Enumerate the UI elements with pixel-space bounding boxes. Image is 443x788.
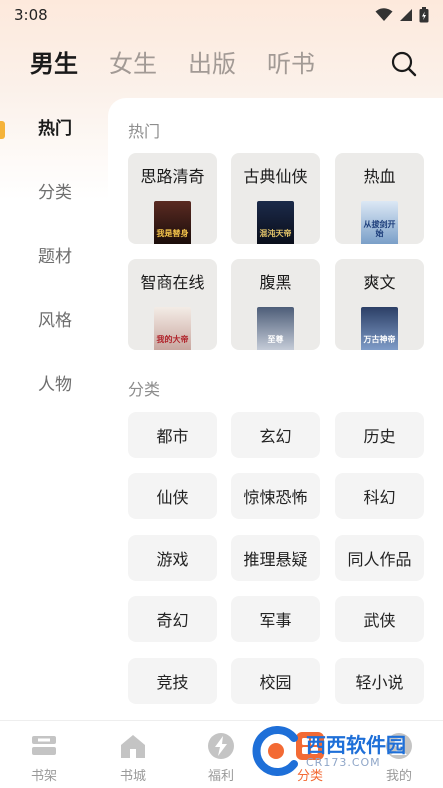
sidebar-item-label: 分类 bbox=[38, 183, 72, 203]
theme-card[interactable]: 腹黑 至尊 bbox=[231, 259, 320, 350]
watermark-text: 西西软件园 CR173.COM bbox=[306, 733, 406, 769]
watermark-main-text: 西西软件园 bbox=[306, 733, 406, 757]
cover-title: 从拔剑开始 bbox=[363, 220, 396, 238]
tab-audiobook[interactable]: 听书 bbox=[267, 44, 315, 84]
theme-card[interactable]: 爽文 万古神帝 bbox=[335, 259, 424, 350]
nav-welfare[interactable]: 福利 bbox=[191, 721, 251, 788]
category-button[interactable]: 奇幻 bbox=[128, 596, 217, 642]
status-time: 3:08 bbox=[14, 6, 48, 24]
book-cover-image: 我是替身 bbox=[154, 201, 191, 244]
theme-label: 古典仙侠 bbox=[243, 167, 308, 186]
sidebar-item-label: 风格 bbox=[38, 311, 72, 331]
search-button[interactable] bbox=[389, 49, 419, 79]
category-button[interactable]: 历史 bbox=[335, 412, 424, 458]
category-button[interactable]: 同人作品 bbox=[335, 535, 424, 581]
status-bar: 3:08 bbox=[0, 0, 443, 30]
category-button[interactable]: 军事 bbox=[231, 596, 320, 642]
category-button[interactable]: 都市 bbox=[128, 412, 217, 458]
section-title-hot: 热门 bbox=[128, 122, 161, 141]
theme-label: 热血 bbox=[363, 167, 396, 186]
nav-label: 书城 bbox=[119, 769, 146, 784]
watermark: 西西软件园 CR173.COM bbox=[250, 726, 443, 776]
category-button[interactable]: 推理悬疑 bbox=[231, 535, 320, 581]
cover-title: 混沌天帝 bbox=[259, 229, 292, 238]
channel-tabs: 男生 女生 出版 听书 bbox=[0, 44, 443, 84]
sidebar-item-hot[interactable]: 热门 bbox=[0, 114, 108, 144]
category-button[interactable]: 竞技 bbox=[128, 658, 217, 704]
category-button[interactable]: 游戏 bbox=[128, 535, 217, 581]
cover-title: 至尊 bbox=[267, 335, 284, 344]
category-button[interactable]: 仙侠 bbox=[128, 473, 217, 519]
category-button[interactable]: 武侠 bbox=[335, 596, 424, 642]
category-button[interactable]: 惊悚恐怖 bbox=[231, 473, 320, 519]
sidebar-active-indicator bbox=[0, 121, 5, 139]
sidebar-item-label: 题材 bbox=[38, 247, 72, 267]
watermark-logo-icon bbox=[252, 726, 298, 776]
theme-label: 思路清奇 bbox=[140, 167, 205, 186]
theme-label: 腹黑 bbox=[259, 273, 292, 292]
tab-publish[interactable]: 出版 bbox=[188, 44, 236, 84]
nav-bookshelf[interactable]: 书架 bbox=[14, 721, 74, 788]
cover-title: 万古神帝 bbox=[363, 335, 396, 344]
sidebar-item-character[interactable]: 人物 bbox=[0, 370, 108, 400]
category-button[interactable]: 科幻 bbox=[335, 473, 424, 519]
book-cover-image: 混沌天帝 bbox=[257, 201, 294, 244]
nav-label: 福利 bbox=[207, 769, 234, 784]
theme-card[interactable]: 思路清奇 我是替身 bbox=[128, 153, 217, 244]
sidebar-item-style[interactable]: 风格 bbox=[0, 306, 108, 336]
nav-bookstore[interactable]: 书城 bbox=[103, 721, 163, 788]
nav-label: 书架 bbox=[30, 769, 57, 784]
sidebar-item-label: 热门 bbox=[38, 119, 72, 139]
tab-female[interactable]: 女生 bbox=[109, 44, 157, 84]
theme-card[interactable]: 古典仙侠 混沌天帝 bbox=[231, 153, 320, 244]
sidebar-item-label: 人物 bbox=[38, 375, 72, 395]
category-button[interactable]: 轻小说 bbox=[335, 658, 424, 704]
book-cover-image: 我的大帝 bbox=[154, 307, 191, 350]
theme-card[interactable]: 热血 从拔剑开始 bbox=[335, 153, 424, 244]
theme-card[interactable]: 智商在线 我的大帝 bbox=[128, 259, 217, 350]
search-icon bbox=[391, 51, 417, 77]
lightning-icon bbox=[208, 733, 234, 759]
wifi-icon bbox=[375, 8, 393, 21]
cover-title: 我的大帝 bbox=[156, 335, 189, 344]
content-panel: 热门 思路清奇 我是替身 古典仙侠 混沌天帝 热血 从拔剑开始 智商在线 我的大… bbox=[108, 98, 443, 720]
book-cover-image: 万古神帝 bbox=[361, 307, 398, 350]
theme-label: 爽文 bbox=[363, 273, 396, 292]
watermark-sub-text: CR173.COM bbox=[306, 756, 381, 769]
bookshelf-icon bbox=[32, 736, 56, 755]
sidebar-item-category[interactable]: 分类 bbox=[0, 178, 108, 208]
cover-title: 我是替身 bbox=[156, 229, 189, 238]
category-button[interactable]: 玄幻 bbox=[231, 412, 320, 458]
signal-icon bbox=[400, 9, 412, 21]
book-cover-image: 至尊 bbox=[257, 307, 294, 350]
category-button[interactable]: 校园 bbox=[231, 658, 320, 704]
book-cover-image: 从拔剑开始 bbox=[361, 201, 398, 244]
bookstore-icon bbox=[121, 735, 145, 758]
theme-label: 智商在线 bbox=[140, 273, 205, 292]
sidebar-item-subject[interactable]: 题材 bbox=[0, 242, 108, 272]
tab-male[interactable]: 男生 bbox=[30, 44, 78, 84]
section-title-category: 分类 bbox=[128, 380, 161, 399]
status-icons bbox=[375, 7, 429, 23]
battery-icon bbox=[419, 7, 429, 23]
